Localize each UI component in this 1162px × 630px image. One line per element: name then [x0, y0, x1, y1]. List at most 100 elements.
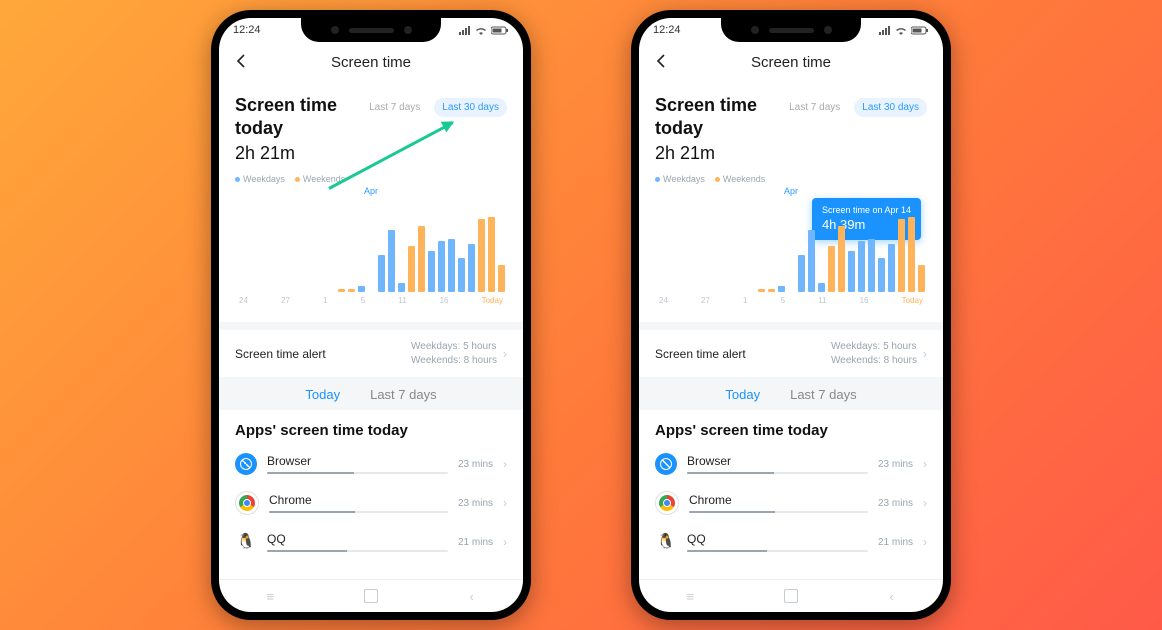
status-icons: [459, 26, 509, 35]
chart-bar[interactable]: [438, 241, 445, 292]
apps-range-tabs: Today Last 7 days: [219, 377, 523, 410]
app-usage-bar: [267, 550, 448, 552]
range-tab-7d[interactable]: Last 7 days: [781, 98, 848, 117]
chart-bar[interactable]: [878, 258, 885, 292]
chevron-left-icon: [653, 52, 671, 70]
app-row[interactable]: Browser 23 mins ›: [219, 445, 523, 483]
chart-bar[interactable]: [408, 246, 415, 292]
chevron-right-icon: ›: [503, 496, 507, 510]
chart-bar[interactable]: [818, 283, 825, 292]
phone-frame-right: 12:24 Screen time: [631, 10, 951, 620]
chart-bar[interactable]: [478, 219, 485, 292]
app-usage-bar: [689, 511, 868, 513]
chart-month-label: Apr: [235, 186, 507, 196]
range-tab-7d[interactable]: Last 7 days: [361, 98, 428, 117]
back-button[interactable]: [233, 52, 251, 70]
x-tick: 1: [743, 296, 747, 310]
app-time: 23 mins ›: [458, 496, 507, 510]
chart-bar[interactable]: [858, 241, 865, 292]
chart-bar[interactable]: [768, 289, 775, 292]
home-button[interactable]: [784, 589, 798, 603]
chart-bar[interactable]: [448, 239, 455, 292]
app-name: Browser: [267, 454, 448, 468]
chart-bar[interactable]: [358, 286, 365, 292]
chart-bar[interactable]: [868, 239, 875, 292]
screen-time-alert-row[interactable]: Screen time alert Weekdays: 5 hours Week…: [219, 330, 523, 377]
chart-bar[interactable]: [348, 289, 355, 292]
chart-bar[interactable]: [778, 286, 785, 292]
chart-bar[interactable]: [498, 265, 505, 292]
app-row[interactable]: 🐧QQ21 mins ›: [219, 523, 523, 561]
x-tick: 27: [701, 296, 710, 310]
content-scroll[interactable]: Screen time today 2h 21m Last 7 days Las…: [639, 82, 943, 579]
app-row[interactable]: Browser23 mins ›: [639, 445, 943, 483]
back-nav-button[interactable]: ‹: [463, 587, 481, 605]
chart-bar[interactable]: [898, 219, 905, 292]
chart-bar[interactable]: [418, 226, 425, 292]
chart-bar[interactable]: [468, 244, 475, 292]
x-tick: 16: [860, 296, 869, 310]
app-icon: [235, 491, 259, 515]
chart-bar[interactable]: [838, 226, 845, 292]
app-name: QQ: [687, 532, 868, 546]
summary-title-line1: Screen time: [655, 94, 757, 117]
chart-bar[interactable]: [458, 258, 465, 292]
x-tick: 11: [818, 296, 826, 310]
x-tick: 24: [239, 296, 248, 310]
chart-bar[interactable]: [888, 244, 895, 292]
app-row[interactable]: Chrome23 mins ›: [639, 483, 943, 523]
status-icons: [879, 26, 929, 35]
recents-button[interactable]: ≡: [681, 587, 699, 605]
summary-total: 2h 21m: [235, 143, 337, 164]
chart-bar[interactable]: [378, 255, 385, 292]
chart-bar[interactable]: [338, 289, 345, 292]
usage-chart[interactable]: 2427151116Today: [235, 200, 507, 310]
tab-last7[interactable]: Last 7 days: [370, 387, 437, 402]
usage-chart[interactable]: Screen time on Apr 14 4h 39m 2427151116T…: [655, 200, 927, 310]
signal-icon: [879, 26, 891, 35]
page-title: Screen time: [751, 54, 831, 71]
chart-legend: Weekdays Weekends: [655, 174, 927, 184]
chart-bar[interactable]: [428, 251, 435, 292]
tab-today[interactable]: Today: [305, 387, 340, 402]
recents-button[interactable]: ≡: [261, 587, 279, 605]
app-time: 23 mins ›: [458, 457, 507, 471]
home-button[interactable]: [364, 589, 378, 603]
battery-icon: [491, 26, 509, 35]
content-scroll[interactable]: Screen time today 2h 21m Last 7 days Las…: [219, 82, 523, 579]
app-row[interactable]: Chrome23 mins ›: [219, 483, 523, 523]
chart-bar[interactable]: [828, 246, 835, 292]
chart-bar[interactable]: [848, 251, 855, 292]
tab-last7[interactable]: Last 7 days: [790, 387, 857, 402]
apps-section-title: Apps' screen time today: [639, 410, 943, 445]
range-tab-30d[interactable]: Last 30 days: [854, 98, 927, 117]
title-bar: Screen time: [639, 42, 943, 82]
battery-icon: [911, 26, 929, 35]
x-tick: 16: [440, 296, 449, 310]
alert-label: Screen time alert: [655, 347, 746, 361]
summary-title-line2: today: [235, 117, 337, 140]
range-tab-30d[interactable]: Last 30 days: [434, 98, 507, 117]
chart-bar[interactable]: [918, 265, 925, 292]
app-icon: 🐧: [235, 531, 257, 553]
x-tick: 27: [281, 296, 290, 310]
tab-today[interactable]: Today: [725, 387, 760, 402]
chart-bar[interactable]: [398, 283, 405, 292]
chart-bar[interactable]: [758, 289, 765, 292]
chart-bar[interactable]: [808, 230, 815, 292]
back-nav-button[interactable]: ‹: [883, 587, 901, 605]
display-notch: [301, 18, 441, 42]
chart-bar[interactable]: [488, 217, 495, 292]
stage: 12:24 Screen time: [0, 0, 1162, 630]
app-usage-bar: [687, 472, 868, 474]
chart-bar[interactable]: [388, 230, 395, 292]
chart-bar[interactable]: [908, 217, 915, 292]
screen-time-alert-row[interactable]: Screen time alert Weekdays: 5 hours Week…: [639, 330, 943, 377]
chevron-right-icon: ›: [923, 347, 927, 361]
app-row[interactable]: 🐧QQ21 mins ›: [639, 523, 943, 561]
phone-screen: 12:24 Screen time: [219, 18, 523, 612]
back-button[interactable]: [653, 52, 671, 70]
chart-bar[interactable]: [798, 255, 805, 292]
section-divider: [219, 322, 523, 330]
title-bar: Screen time: [219, 42, 523, 82]
